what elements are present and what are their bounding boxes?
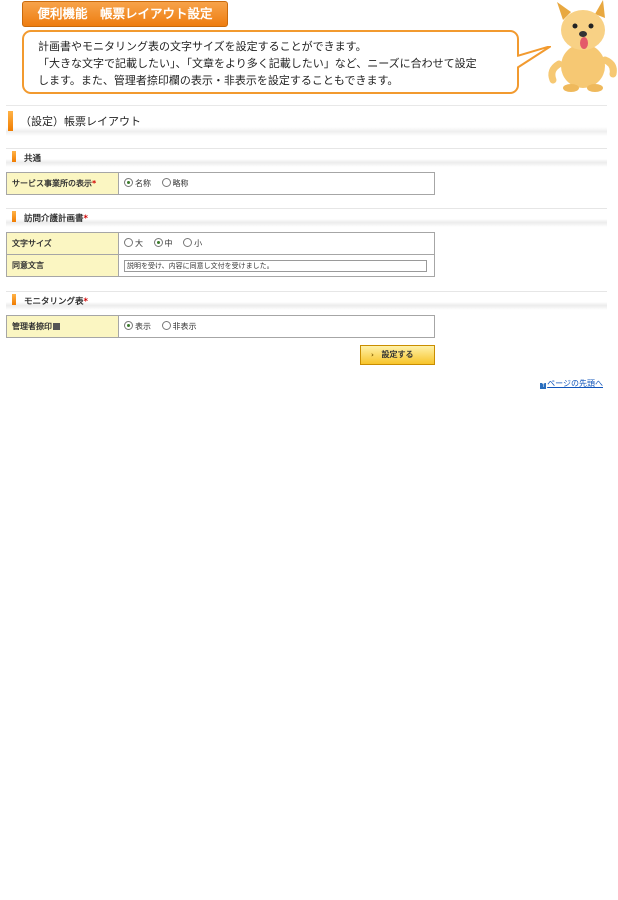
radio-medium[interactable]: 中 (153, 238, 173, 249)
radio-selected-icon[interactable] (153, 238, 163, 247)
required-mark: * (83, 297, 88, 307)
section-monitoring-title: モニタリング表* (24, 297, 88, 307)
table-row: サービス事業所の表示* 名称 略称 (6, 172, 435, 195)
section-marker (12, 151, 16, 162)
radio-unselected-icon[interactable] (161, 178, 171, 187)
radio-selected-icon[interactable] (124, 321, 133, 330)
manager-seal-label: 管理者捺印 (6, 315, 119, 338)
table-row: 文字サイズ 大 中 小 (6, 232, 435, 255)
plan-settings-table: 文字サイズ 大 中 小 同意文言 (6, 232, 435, 277)
consent-text-cell (118, 254, 435, 277)
radio-show[interactable]: 表示 (124, 321, 151, 332)
radio-abbreviation[interactable]: 略称 (161, 178, 189, 189)
consent-text-label: 同意文言 (6, 254, 119, 277)
monitoring-settings-table: 管理者捺印 表示 非表示 (6, 315, 435, 338)
radio-small[interactable]: 小 (183, 238, 202, 249)
radio-name[interactable]: 名称 (124, 178, 151, 189)
arrow-up-icon: ↑ (540, 382, 547, 389)
font-size-label: 文字サイズ (6, 232, 119, 255)
description-line-1: 計画書やモニタリング表の文字サイズを設定することができます。 (38, 40, 367, 53)
description-line-2: 「大きな文字で記載したい」、「文章をより多く記載したい」など、ニーズに合わせて設… (38, 57, 477, 70)
section-marker (12, 294, 16, 305)
radio-selected-icon[interactable] (124, 178, 133, 187)
section-plan-header: 訪問介護計画書* (6, 208, 607, 227)
table-row: 同意文言 (6, 254, 435, 277)
common-settings-table: サービス事業所の表示* 名称 略称 (6, 172, 435, 195)
page-title: （設定）帳票レイアウト (20, 115, 141, 128)
radio-large[interactable]: 大 (124, 238, 143, 249)
service-office-options: 名称 略称 (118, 172, 435, 195)
table-row: 管理者捺印 表示 非表示 (6, 315, 435, 338)
back-to-top-link[interactable]: ↑ページの先頭へ (540, 378, 603, 389)
font-size-options: 大 中 小 (118, 232, 435, 255)
description-line-3: します。また、管理者捺印欄の表示・非表示を設定することもできます。 (38, 74, 399, 87)
seal-icon (53, 323, 60, 330)
section-monitoring-header: モニタリング表* (6, 291, 607, 310)
consent-text-input[interactable] (124, 259, 427, 272)
manager-seal-options: 表示 非表示 (118, 315, 435, 338)
arrow-right-icon: › (371, 351, 374, 359)
section-marker (12, 211, 16, 222)
radio-unselected-icon[interactable] (183, 238, 193, 247)
dog-mascot-icon (548, 0, 617, 92)
feature-title-tag: 便利機能 帳票レイアウト設定 (22, 1, 228, 27)
radio-unselected-icon[interactable] (161, 321, 171, 330)
radio-unselected-icon[interactable] (124, 238, 133, 247)
submit-settings-button[interactable]: › 設定する (360, 345, 435, 365)
description-bubble: 計画書やモニタリング表の文字サイズを設定することができます。 「大きな文字で記載… (22, 30, 519, 94)
page-title-bar: （設定）帳票レイアウト (6, 105, 607, 136)
section-common-header: 共通 (6, 148, 607, 167)
service-office-label: サービス事業所の表示* (6, 172, 119, 195)
section-common-title: 共通 (24, 154, 42, 164)
radio-hide[interactable]: 非表示 (161, 321, 197, 332)
required-mark: * (83, 214, 88, 224)
required-mark: * (92, 179, 97, 188)
title-marker (8, 111, 13, 131)
section-plan-title: 訪問介護計画書* (24, 214, 88, 224)
